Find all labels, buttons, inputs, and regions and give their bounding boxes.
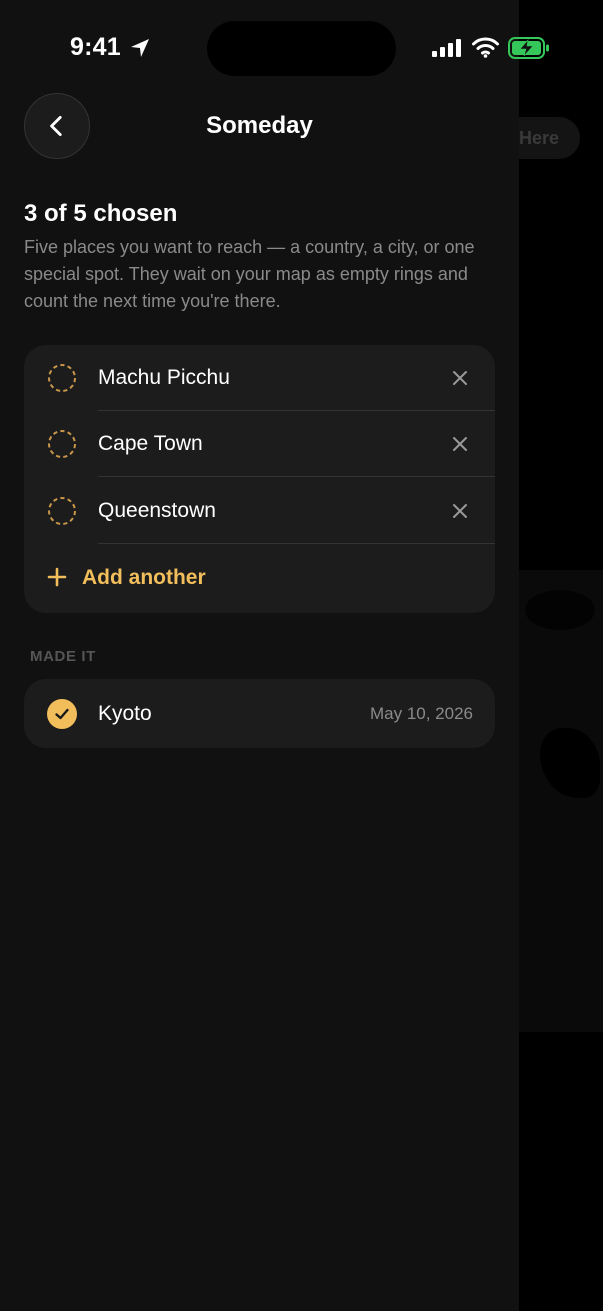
made-it-item-date: May 10, 2026 (369, 704, 473, 723)
wishlist-card: Machu Picchu Cape Town Queenstown Add an… (24, 345, 495, 613)
plus-icon (47, 567, 67, 587)
battery-charging-icon (508, 37, 549, 59)
status-bar: 9:41 (0, 0, 603, 90)
wifi-icon (472, 37, 499, 58)
chosen-count: 3 of 5 chosen (24, 200, 178, 227)
close-icon[interactable] (449, 500, 471, 522)
dynamic-island (207, 21, 396, 76)
description-text: Five places you want to reach — a countr… (24, 237, 475, 311)
add-another-label: Add another (82, 566, 206, 589)
wishlist-item-label: Cape Town (98, 432, 203, 455)
wishlist-item-label: Queenstown (98, 499, 216, 522)
wishlist-item[interactable]: Cape Town (24, 411, 495, 477)
made-it-item-label: Kyoto (98, 702, 152, 725)
empty-ring-icon (48, 364, 76, 392)
cellular-signal-icon (432, 39, 461, 57)
close-icon[interactable] (449, 433, 471, 455)
wishlist-item[interactable]: Machu Picchu (24, 345, 495, 411)
location-arrow-icon (131, 39, 149, 57)
someday-sheet: Someday 3 of 5 chosen Five places you wa… (0, 0, 519, 1311)
background-map-region (519, 570, 603, 1032)
made-it-section-label: MADE IT (30, 648, 96, 665)
made-it-item[interactable]: Kyoto May 10, 2026 (24, 679, 495, 748)
page-title: Someday (206, 112, 313, 139)
background-map-shape (525, 590, 595, 630)
close-icon[interactable] (449, 367, 471, 389)
empty-ring-icon (48, 497, 76, 525)
empty-ring-icon (48, 430, 76, 458)
background-chip-label: Here (519, 128, 560, 148)
add-another-button[interactable]: Add another (24, 544, 495, 610)
status-time: 9:41 (70, 33, 121, 61)
row-divider (98, 476, 495, 477)
wishlist-item[interactable]: Queenstown (24, 478, 495, 544)
checkmark-icon (47, 699, 77, 729)
wishlist-item-label: Machu Picchu (98, 366, 230, 389)
